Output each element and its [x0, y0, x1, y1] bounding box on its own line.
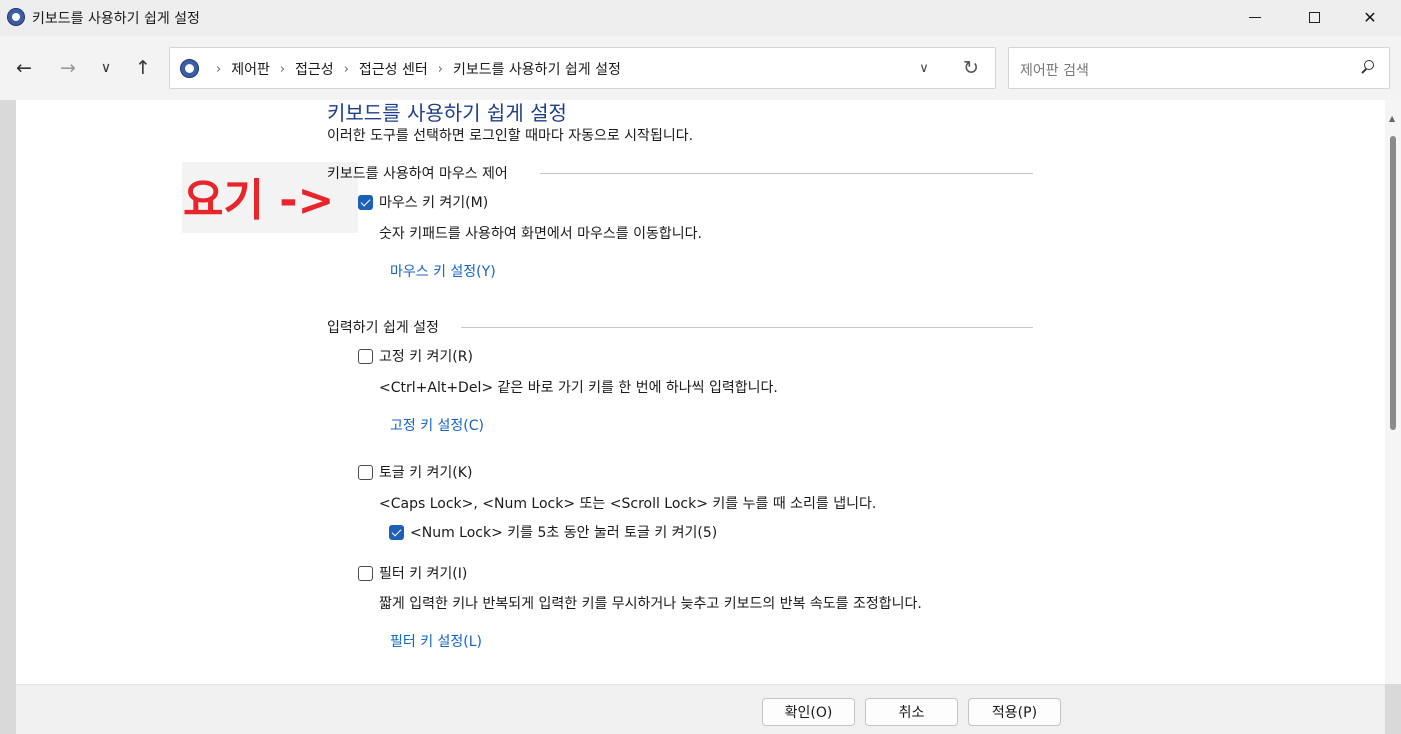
mouse-keys-checkbox[interactable] — [358, 195, 373, 210]
breadcrumb-separator-icon[interactable]: › — [344, 62, 349, 77]
maximize-button[interactable] — [1291, 0, 1337, 34]
breadcrumb-separator-icon[interactable]: › — [216, 62, 221, 77]
close-icon: ✕ — [1363, 7, 1377, 27]
page-subtitle: 이러한 도구를 선택하면 로그인할 때마다 자동으로 시작됩니다. — [327, 128, 694, 144]
arrow-right-icon: → — [60, 57, 76, 79]
mouse-keys-description: 숫자 키패드를 사용하여 화면에서 마우스를 이동합니다. — [379, 226, 702, 242]
control-panel-icon — [180, 59, 199, 78]
filter-keys-label[interactable]: 필터 키 켜기(I) — [379, 563, 467, 583]
up-button[interactable]: ↑ — [130, 55, 156, 81]
arrow-left-icon: ← — [16, 57, 32, 79]
maximize-icon — [1308, 11, 1320, 23]
back-button[interactable]: ← — [11, 55, 37, 81]
sticky-keys-settings-link[interactable]: 고정 키 설정(C) — [390, 415, 484, 435]
numlock-toggle-checkbox[interactable] — [389, 525, 404, 540]
search-input[interactable]: 제어판 검색 — [1008, 47, 1390, 89]
cancel-button[interactable]: 취소 — [865, 698, 958, 726]
toggle-keys-checkbox[interactable] — [358, 465, 373, 480]
refresh-icon: ↻ — [963, 57, 979, 79]
arrow-up-icon: ↑ — [135, 57, 151, 79]
filter-keys-checkbox[interactable] — [358, 566, 373, 581]
title-bar: 키보드를 사용하기 쉽게 설정 ✕ — [0, 0, 1401, 36]
sticky-keys-label[interactable]: 고정 키 켜기(R) — [379, 346, 473, 366]
breadcrumb-keyboard-settings[interactable]: 키보드를 사용하기 쉽게 설정 — [453, 59, 621, 79]
page-title: 키보드를 사용하기 쉽게 설정 — [327, 101, 567, 125]
address-dropdown-button[interactable]: ∨ — [912, 56, 936, 80]
navigation-toolbar: ← → ∨ ↑ › 제어판 › 접근성 › 접근성 센터 › 키보드를 사용하기… — [0, 36, 1401, 100]
sticky-keys-checkbox[interactable] — [358, 349, 373, 364]
control-panel-icon — [7, 8, 25, 26]
breadcrumb-separator-icon[interactable]: › — [280, 62, 285, 77]
sticky-keys-description: <Ctrl+Alt+Del> 같은 바로 가기 키를 한 번에 하나씩 입력합니… — [379, 380, 778, 396]
breadcrumb-ease-of-access-center[interactable]: 접근성 센터 — [359, 59, 428, 79]
breadcrumb-control-panel[interactable]: 제어판 — [231, 59, 270, 79]
ok-button[interactable]: 확인(O) — [762, 698, 855, 726]
recent-locations-button[interactable]: ∨ — [93, 55, 119, 81]
minimize-button[interactable] — [1232, 0, 1278, 34]
search-icon[interactable] — [1358, 58, 1378, 78]
minimize-icon — [1249, 16, 1261, 18]
apply-button[interactable]: 적용(P) — [968, 698, 1061, 726]
annotation-arrow-label: 요기 -> — [183, 175, 335, 226]
breadcrumb-accessibility[interactable]: 접근성 — [295, 59, 334, 79]
scroll-up-icon[interactable]: ▲ — [1389, 114, 1395, 123]
section-divider — [540, 173, 1033, 174]
breadcrumb-separator-icon[interactable]: › — [438, 62, 443, 77]
dialog-footer — [16, 684, 1385, 734]
forward-button[interactable]: → — [55, 55, 81, 81]
window-title: 키보드를 사용하기 쉽게 설정 — [32, 11, 200, 27]
chevron-down-icon: ∨ — [100, 60, 112, 76]
filter-keys-settings-link[interactable]: 필터 키 설정(L) — [390, 631, 482, 651]
breadcrumb: › 제어판 › 접근성 › 접근성 센터 › 키보드를 사용하기 쉽게 설정 — [206, 59, 621, 79]
mouse-keys-label[interactable]: 마우스 키 켜기(M) — [379, 192, 488, 212]
scrollbar-thumb[interactable] — [1390, 136, 1396, 430]
close-button[interactable]: ✕ — [1347, 0, 1393, 34]
toggle-keys-label[interactable]: 토글 키 켜기(K) — [379, 462, 472, 482]
chevron-down-icon: ∨ — [919, 60, 929, 76]
section-divider — [461, 327, 1033, 328]
section-heading-mouse: 키보드를 사용하여 마우스 제어 — [327, 166, 508, 182]
filter-keys-description: 짧게 입력한 키나 반복되게 입력한 키를 무시하거나 늦추고 키보드의 반복 … — [379, 596, 922, 612]
refresh-button[interactable]: ↻ — [958, 55, 984, 81]
search-placeholder: 제어판 검색 — [1020, 63, 1089, 79]
address-bar[interactable]: › 제어판 › 접근성 › 접근성 센터 › 키보드를 사용하기 쉽게 설정 ∨… — [169, 47, 996, 89]
section-heading-input: 입력하기 쉽게 설정 — [327, 320, 439, 336]
toggle-keys-description: <Caps Lock>, <Num Lock> 또는 <Scroll Lock>… — [379, 496, 877, 512]
numlock-toggle-label[interactable]: <Num Lock> 키를 5초 동안 눌러 토글 키 켜기(5) — [410, 522, 717, 542]
mouse-keys-settings-link[interactable]: 마우스 키 설정(Y) — [390, 261, 496, 281]
